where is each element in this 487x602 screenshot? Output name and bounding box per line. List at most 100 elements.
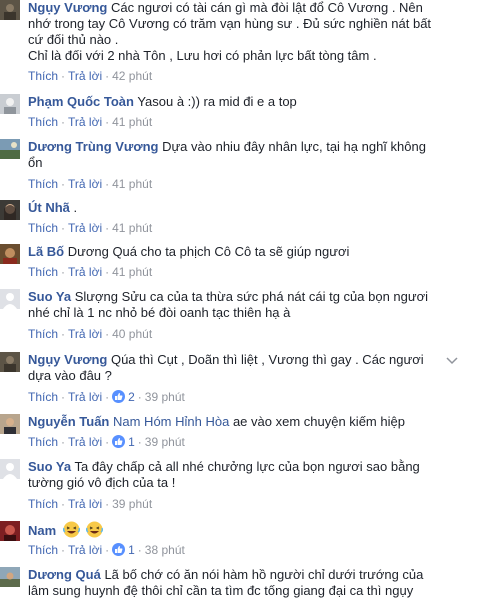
reply-link[interactable]: Trả lời [68, 390, 102, 404]
comment-body: Phạm Quốc Toàn Yasou à :)) ra mid đi e a… [28, 94, 444, 110]
timestamp[interactable]: 39 phút [145, 390, 185, 404]
comment-author[interactable]: Út Nhã [28, 200, 70, 215]
comment-text-line: Dương Quá cho ta phịch Cô Cô ta sẽ giúp … [67, 244, 350, 259]
like-reaction-icon[interactable] [112, 543, 126, 556]
comment-actions: Thích · Trả lời · 2 · 39 phút [28, 390, 185, 404]
comment-text-line: ổn [28, 155, 43, 170]
like-link[interactable]: Thích [28, 177, 58, 191]
reaction-count[interactable]: 1 [128, 543, 135, 557]
reply-link[interactable]: Trả lời [68, 265, 102, 279]
comment-author[interactable]: Nguyễn Tuấn [28, 414, 109, 429]
avatar[interactable] [0, 94, 20, 114]
reaction-count[interactable]: 1 [128, 435, 135, 449]
comment-text-line: cứ đối thủ nào . [28, 32, 119, 47]
reply-link[interactable]: Trả lời [68, 543, 102, 557]
avatar[interactable] [0, 414, 20, 434]
comment-author[interactable]: Ngụy Vương [28, 352, 107, 367]
reply-link[interactable]: Trả lời [68, 435, 102, 449]
like-reaction-icon[interactable] [112, 390, 126, 403]
avatar[interactable] [0, 200, 20, 220]
timestamp[interactable]: 40 phút [112, 327, 152, 341]
avatar[interactable] [0, 352, 20, 372]
comment-actions: Thích · Trả lời · 41 phút [28, 265, 153, 279]
like-link[interactable]: Thích [28, 265, 58, 279]
comment-body: Suo Ya Slượng Sửu ca của ta thừa sức phá… [28, 289, 444, 321]
avatar[interactable] [0, 289, 20, 309]
comment-author[interactable]: Phạm Quốc Toàn [28, 94, 134, 109]
comment-text-line: Dựa vào nhiu đây nhân lực, tại hạ nghĩ k… [162, 139, 426, 154]
comment-text-line: Lã bố chớ có ăn nói hàm hồ người chỉ dướ… [104, 567, 424, 582]
tagged-user-link[interactable]: Nam Hóm Hỉnh Hòa [113, 414, 229, 429]
comment-author[interactable]: Ngụy Vương [28, 0, 107, 15]
laughing-emoji-icon [86, 521, 104, 538]
comment-actions: Thích · Trả lời · 41 phút [28, 115, 153, 129]
comment-text-line: Ta đây chấp cả all nhé chưởng lực của bọ… [74, 459, 420, 474]
comment-body: Nam [28, 521, 444, 539]
reply-link[interactable]: Trả lời [68, 69, 102, 83]
avatar[interactable] [0, 0, 20, 20]
like-link[interactable]: Thích [28, 543, 58, 557]
timestamp[interactable]: 42 phút [112, 69, 152, 83]
comment-text-line: dựa vào đâu ? [28, 368, 112, 383]
comment-actions: Thích · Trả lời · 41 phút [28, 177, 153, 191]
like-link[interactable]: Thích [28, 497, 58, 511]
timestamp[interactable]: 38 phút [145, 543, 185, 557]
comment-author[interactable]: Lã Bố [28, 244, 64, 259]
like-link[interactable]: Thích [28, 69, 58, 83]
comment-author[interactable]: Suo Ya [28, 289, 71, 304]
comment-body: Dương Trùng Vương Dựa vào nhiu đây nhân … [28, 139, 444, 171]
like-link[interactable]: Thích [28, 221, 58, 235]
comment-actions: Thích · Trả lời · 42 phút [28, 69, 153, 83]
reaction-count[interactable]: 2 [128, 390, 135, 404]
comment-text-line: Qúa thì Cụt , Doãn thì liệt , Vương thì … [110, 352, 424, 367]
comment-text-line: . [73, 200, 78, 215]
comment-actions: Thích · Trả lời · 41 phút [28, 221, 153, 235]
chevron-down-icon[interactable] [446, 356, 458, 366]
reply-link[interactable]: Trả lời [68, 177, 102, 191]
comment-body: Ngụy Vương Các ngươi có tài cán gì mà đò… [28, 0, 444, 64]
avatar[interactable] [0, 459, 20, 479]
comment-author[interactable]: Nam [28, 523, 56, 538]
timestamp[interactable]: 41 phút [112, 221, 152, 235]
comment-author[interactable]: Suo Ya [28, 459, 71, 474]
comment-actions: Thích · Trả lời · 40 phút [28, 327, 153, 341]
comment-body: Lã Bố Dương Quá cho ta phịch Cô Cô ta sẽ… [28, 244, 444, 260]
comment-text-line: Các ngươi có tài cán gì mà đòi lật đổ Cô… [110, 0, 423, 15]
comment-text-line: ae vào xem chuyện kiếm hiệp [232, 414, 405, 429]
like-link[interactable]: Thích [28, 115, 58, 129]
avatar[interactable] [0, 244, 20, 264]
comment-author[interactable]: Dương Quá [28, 567, 101, 582]
comment-actions: Thích · Trả lời · 39 phút [28, 497, 153, 511]
timestamp[interactable]: 41 phút [112, 177, 152, 191]
like-link[interactable]: Thích [28, 390, 58, 404]
laughing-emoji-icon [62, 521, 80, 538]
comment-text-line: tường gió vô địch của ta ! [28, 475, 176, 490]
comment-text-line: Chỉ là đối với 2 nhà Tôn , Lưu hơi có ph… [28, 48, 377, 63]
comment-body: Dương Quá Lã bố chớ có ăn nói hàm hồ ngư… [28, 567, 444, 599]
comment-author[interactable]: Dương Trùng Vương [28, 139, 158, 154]
comment-actions: Thích · Trả lời · 1 · 38 phút [28, 543, 185, 557]
comment-text-line: nhớ trong tay Cô Vương có trăm vạn hùng … [28, 16, 432, 31]
reply-link[interactable]: Trả lời [68, 327, 102, 341]
comment-body: Suo Ya Ta đây chấp cả all nhé chưởng lực… [28, 459, 444, 491]
comment-body: Nguyễn Tuấn Nam Hóm Hỉnh Hòa ae vào xem … [28, 414, 444, 430]
timestamp[interactable]: 41 phút [112, 265, 152, 279]
like-link[interactable]: Thích [28, 435, 58, 449]
comment-text-line: Yasou à :)) ra mid đi e a top [137, 94, 297, 109]
comment-text-line: Slượng Sửu ca của ta thừa sức phá nát cá… [74, 289, 429, 304]
timestamp[interactable]: 39 phút [112, 497, 152, 511]
like-link[interactable]: Thích [28, 327, 58, 341]
comment-body: Út Nhã . [28, 200, 444, 216]
like-reaction-icon[interactable] [112, 435, 126, 448]
timestamp[interactable]: 39 phút [145, 435, 185, 449]
comment-actions: Thích · Trả lời · 1 · 39 phút [28, 435, 185, 449]
avatar[interactable] [0, 567, 20, 587]
reply-link[interactable]: Trả lời [68, 497, 102, 511]
timestamp[interactable]: 41 phút [112, 115, 152, 129]
comment-text-line: lâm sung huynh đệ thôi chỉ cần ta tìm đc… [28, 583, 414, 598]
comment-text-line: nhé chỉ là 1 nc nhỏ bé đòi oanh tạc thiê… [28, 305, 291, 320]
avatar[interactable] [0, 139, 20, 159]
avatar[interactable] [0, 521, 20, 541]
reply-link[interactable]: Trả lời [68, 221, 102, 235]
reply-link[interactable]: Trả lời [68, 115, 102, 129]
